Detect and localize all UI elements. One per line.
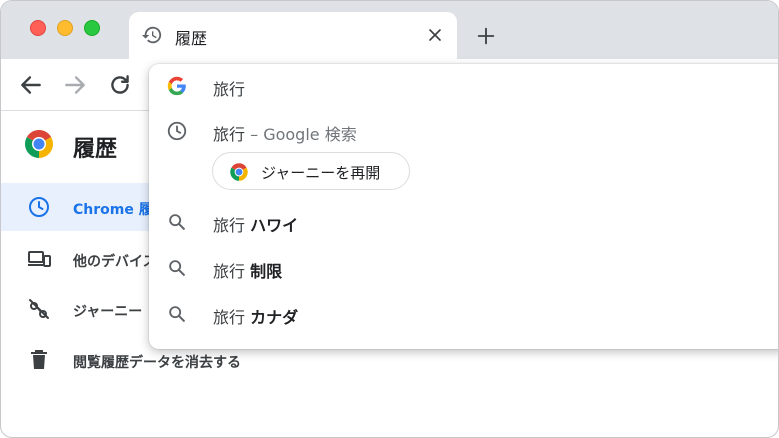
resume-journey-label: ジャーニーを再開 (261, 164, 381, 182)
suggestion-completion: カナダ (250, 308, 299, 327)
suggestion-completion: 制限 (250, 262, 283, 281)
sidebar-item-label: ジャーニー (73, 304, 143, 320)
google-g-icon (167, 76, 186, 96)
clock-icon (29, 197, 49, 217)
minimize-window-button[interactable] (57, 20, 73, 36)
clock-icon (167, 121, 187, 141)
suggestion-text: 旅行 ハワイ (213, 212, 298, 236)
sidebar-item-label: 他のデバイス (73, 254, 157, 270)
search-icon (169, 260, 185, 276)
close-window-button[interactable] (30, 20, 46, 36)
suggestion-separator: – (245, 125, 264, 144)
suggestion-text: 旅行 カナダ (213, 304, 298, 328)
chrome-logo-icon (230, 163, 248, 181)
sidebar-item-label: 閲覧履歴データを消去する (73, 355, 241, 371)
search-icon (169, 306, 185, 322)
suggestion-prefix: 旅行 (213, 308, 251, 327)
new-tab-icon[interactable] (475, 25, 497, 47)
suggestion-prefix: 旅行 (213, 262, 251, 281)
maximize-window-button[interactable] (84, 20, 100, 36)
trash-icon (31, 350, 47, 369)
omnibox-dropdown: 旅行 旅行 – Google 検索 ジャーニーを再開 旅行 ハワイ 旅行 制限 … (149, 64, 778, 349)
history-icon (141, 26, 162, 44)
title-bar: 履歴 (1, 1, 778, 60)
suggestion-text: 旅行 制限 (213, 258, 282, 282)
suggestion-item[interactable]: 旅行 ハワイ (149, 200, 778, 244)
resume-journey-button[interactable]: ジャーニーを再開 (212, 152, 410, 190)
tab-title: 履歴 (175, 29, 208, 48)
journeys-off-icon (29, 299, 49, 319)
suggestion-prefix: 旅行 (213, 216, 251, 235)
suggestion-item[interactable]: 旅行 カナダ (149, 292, 778, 336)
suggestion-query: 旅行 (213, 125, 246, 144)
suggestion-suffix: Google 検索 (263, 125, 357, 144)
omnibox-input[interactable]: 旅行 (213, 76, 245, 100)
browser-window: 履歴 履歴 Chrome 履歴 他のデバイス ジャーニー 閲覧履歴データを消去す… (0, 0, 779, 438)
close-icon[interactable] (425, 25, 445, 45)
suggestion-text: 旅行 – Google 検索 (213, 121, 357, 145)
suggestion-history[interactable]: 旅行 – Google 検索 (149, 109, 778, 153)
chrome-logo-icon (25, 130, 53, 158)
omnibox-input-row[interactable]: 旅行 (149, 64, 778, 108)
back-arrow-icon[interactable] (18, 72, 44, 98)
search-icon (169, 214, 185, 230)
devices-icon (28, 251, 51, 267)
suggestion-completion: ハワイ (250, 216, 299, 235)
forward-arrow-icon[interactable] (62, 72, 88, 98)
page-title: 履歴 (73, 137, 118, 162)
tab-history[interactable]: 履歴 (129, 12, 457, 60)
reload-icon[interactable] (107, 72, 133, 98)
suggestion-item[interactable]: 旅行 制限 (149, 246, 778, 290)
